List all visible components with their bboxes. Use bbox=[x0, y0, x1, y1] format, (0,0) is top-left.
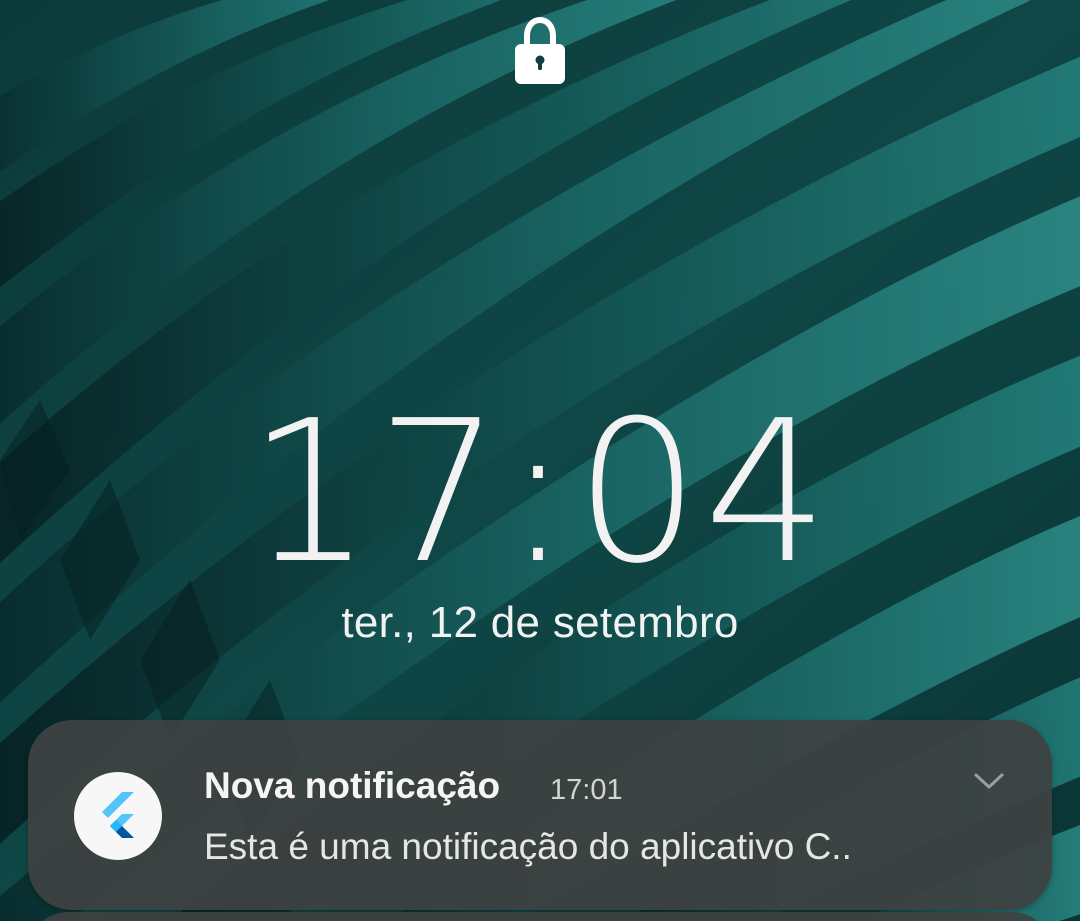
lock-icon bbox=[515, 16, 565, 84]
notification-time: 17:01 bbox=[550, 774, 623, 806]
flutter-logo-icon bbox=[102, 792, 134, 838]
notification-title: Nova notificação bbox=[204, 765, 501, 806]
notification-body: Esta é uma notificação do aplicativo C.. bbox=[204, 826, 852, 867]
next-notification-card-edge[interactable] bbox=[28, 912, 1052, 921]
lockscreen-clock: 17:04 bbox=[247, 379, 833, 607]
lockscreen-date: ter., 12 de setembro bbox=[341, 598, 739, 647]
lock-screen: 17:04 ter., 12 de setembro Nova notifica… bbox=[0, 0, 1080, 921]
notification-card[interactable]: Nova notificação 17:01 Esta é uma notifi… bbox=[28, 720, 1052, 910]
app-icon bbox=[74, 772, 162, 860]
chevron-down-icon[interactable] bbox=[972, 768, 1006, 794]
